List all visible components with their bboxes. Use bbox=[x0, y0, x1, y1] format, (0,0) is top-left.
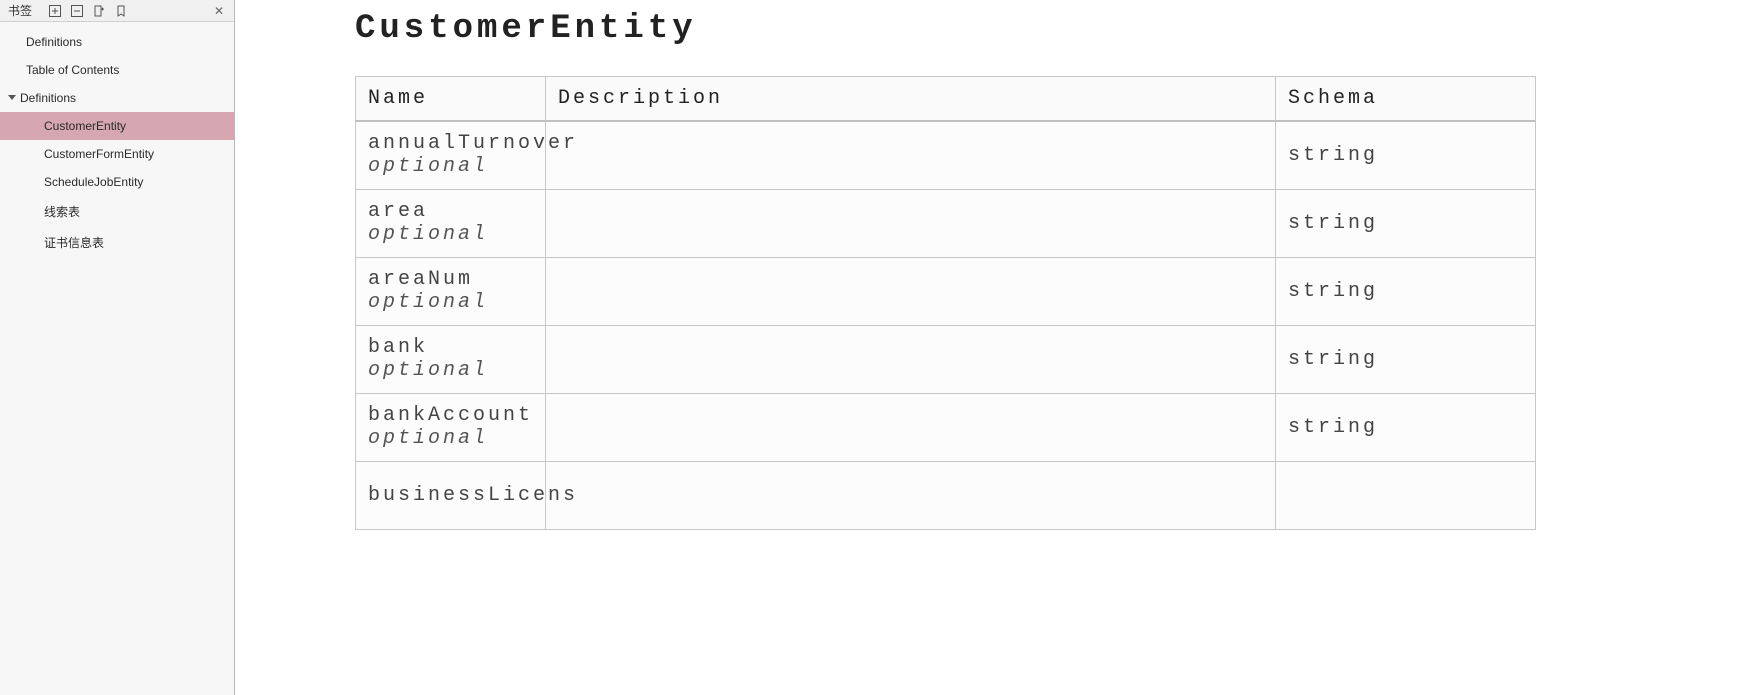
column-header-name: Name bbox=[356, 77, 546, 122]
sidebar-item[interactable]: Definitions bbox=[0, 28, 234, 56]
field-modifier: optional bbox=[368, 223, 533, 246]
cell-schema: string bbox=[1276, 121, 1536, 189]
cell-schema: string bbox=[1276, 393, 1536, 461]
table-row: bankoptional string bbox=[356, 325, 1536, 393]
cell-name: areaNumoptional bbox=[356, 257, 546, 325]
sidebar-icon-group bbox=[48, 4, 128, 18]
cell-schema: string bbox=[1276, 257, 1536, 325]
page-title: CustomerEntity bbox=[355, 10, 1535, 48]
field-name: bank bbox=[368, 336, 533, 359]
sidebar-item-label: 线索表 bbox=[44, 205, 80, 219]
column-header-schema: Schema bbox=[1276, 77, 1536, 122]
cell-description bbox=[546, 121, 1276, 189]
cell-name: businessLicens bbox=[356, 461, 546, 529]
sidebar-item-child[interactable]: ScheduleJobEntity bbox=[0, 168, 234, 196]
column-header-description: Description bbox=[546, 77, 1276, 122]
sidebar-item-label: Table of Contents bbox=[26, 63, 119, 77]
table-row: areaNumoptional string bbox=[356, 257, 1536, 325]
cell-description bbox=[546, 257, 1276, 325]
cell-description bbox=[546, 189, 1276, 257]
sidebar-title: 书签 bbox=[4, 2, 36, 19]
sidebar-item-child[interactable]: CustomerFormEntity bbox=[0, 140, 234, 168]
document-page: CustomerEntity Name Description Schema a… bbox=[355, 10, 1535, 530]
expand-all-icon[interactable] bbox=[48, 4, 62, 18]
sidebar-item-child[interactable]: 线索表 bbox=[0, 196, 234, 227]
sidebar-header: 书签 ✕ bbox=[0, 0, 234, 22]
sidebar-item-label: 证书信息表 bbox=[44, 236, 104, 250]
table-row: businessLicens bbox=[356, 461, 1536, 529]
field-modifier: optional bbox=[368, 291, 533, 314]
cell-description bbox=[546, 325, 1276, 393]
cell-schema: string bbox=[1276, 189, 1536, 257]
field-modifier: optional bbox=[368, 155, 533, 178]
table-row: areaoptional string bbox=[356, 189, 1536, 257]
sidebar-item[interactable]: Definitions bbox=[0, 84, 234, 112]
field-name: businessLicens bbox=[368, 484, 533, 507]
main-content: CustomerEntity Name Description Schema a… bbox=[235, 0, 1740, 695]
field-name: bankAccount bbox=[368, 404, 533, 427]
new-bookmark-icon[interactable] bbox=[92, 4, 106, 18]
bookmark-tree: Definitions Table of Contents Definitions C… bbox=[0, 22, 234, 264]
sidebar-item-label: ScheduleJobEntity bbox=[44, 175, 143, 189]
app-root: 书签 ✕ DefinitionsTable of ContentsDefinit… bbox=[0, 0, 1740, 695]
sidebar-item-label: Definitions bbox=[20, 91, 76, 105]
bookmark-icon[interactable] bbox=[114, 4, 128, 18]
bookmarks-sidebar: 书签 ✕ DefinitionsTable of ContentsDefinit… bbox=[0, 0, 235, 695]
sidebar-item-child[interactable]: 证书信息表 bbox=[0, 227, 234, 258]
sidebar-item[interactable]: Table of Contents bbox=[0, 56, 234, 84]
schema-table: Name Description Schema annualTurnoverop… bbox=[355, 76, 1536, 530]
cell-name: bankoptional bbox=[356, 325, 546, 393]
cell-name: annualTurnoveroptional bbox=[356, 121, 546, 189]
field-modifier: optional bbox=[368, 359, 533, 382]
sidebar-item-label: CustomerEntity bbox=[44, 119, 126, 133]
cell-schema: string bbox=[1276, 325, 1536, 393]
cell-description bbox=[546, 393, 1276, 461]
collapse-all-icon[interactable] bbox=[70, 4, 84, 18]
table-row: annualTurnoveroptional string bbox=[356, 121, 1536, 189]
close-icon[interactable]: ✕ bbox=[208, 4, 230, 18]
cell-name: bankAccountoptional bbox=[356, 393, 546, 461]
sidebar-item-label: CustomerFormEntity bbox=[44, 147, 154, 161]
field-name: area bbox=[368, 200, 533, 223]
table-row: bankAccountoptional string bbox=[356, 393, 1536, 461]
sidebar-item-label: Definitions bbox=[26, 35, 82, 49]
field-modifier: optional bbox=[368, 427, 533, 450]
cell-description bbox=[546, 461, 1276, 529]
sidebar-item-child[interactable]: CustomerEntity bbox=[0, 112, 234, 140]
cell-name: areaoptional bbox=[356, 189, 546, 257]
field-name: annualTurnover bbox=[368, 132, 533, 155]
field-name: areaNum bbox=[368, 268, 533, 291]
table-header-row: Name Description Schema bbox=[356, 77, 1536, 122]
cell-schema bbox=[1276, 461, 1536, 529]
